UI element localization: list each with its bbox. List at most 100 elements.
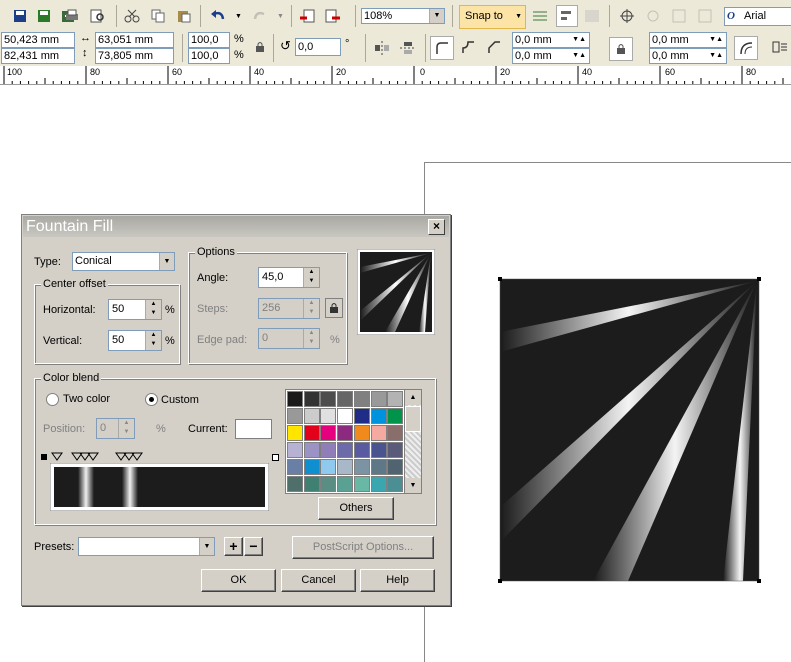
font-combo[interactable]: O Arial	[724, 7, 791, 26]
presets-select[interactable]: ▼	[78, 537, 215, 556]
horizontal-spinner[interactable]: 50 ▲ ▼	[108, 299, 162, 320]
spin-down-icon[interactable]: ▼	[146, 309, 161, 318]
height-field[interactable]: 73,805 mm	[95, 48, 174, 64]
corner-radius-3-field[interactable]: 0,0 mm ▼▲	[649, 32, 727, 48]
selection-handle[interactable]	[757, 579, 761, 583]
palette-swatch[interactable]	[353, 476, 370, 492]
palette-swatch[interactable]	[337, 459, 354, 475]
palette-swatch[interactable]	[387, 476, 404, 492]
steps-lock-icon[interactable]	[325, 298, 343, 318]
palette-swatch[interactable]	[303, 391, 320, 407]
corner-radius-1-field[interactable]: 0,0 mm ▼▲	[512, 32, 590, 48]
palette-swatch[interactable]	[287, 442, 303, 458]
dialog-title-bar[interactable]: Fountain Fill ×	[23, 216, 449, 237]
palette-swatch[interactable]	[337, 425, 354, 441]
palette-swatch[interactable]	[287, 425, 303, 441]
palette-swatch[interactable]	[387, 408, 404, 424]
zoom-combo[interactable]: 108% ▼	[361, 8, 445, 24]
palette-swatch[interactable]	[370, 391, 387, 407]
rotation-field[interactable]: 0,0	[295, 38, 341, 56]
end-color-marker[interactable]	[272, 454, 279, 461]
selection-handle[interactable]	[498, 277, 502, 281]
palette-swatch[interactable]	[303, 442, 320, 458]
save-icon[interactable]	[10, 6, 30, 26]
type-select[interactable]: Conical ▼	[72, 252, 175, 271]
angle-spinner[interactable]: 45,0 ▲ ▼	[258, 267, 320, 288]
current-color-swatch[interactable]	[235, 419, 272, 439]
spin-up-icon[interactable]: ▲	[304, 268, 319, 277]
x-position-field[interactable]: 50,423 mm	[1, 32, 75, 48]
add-preset-icon[interactable]: +	[224, 537, 243, 556]
palette-swatch[interactable]	[387, 459, 404, 475]
corner-radius-2-field[interactable]: 0,0 mm ▼▲	[512, 48, 590, 64]
palette-scrollbar[interactable]: ▲ ▼	[404, 389, 422, 494]
others-button[interactable]: Others	[318, 497, 394, 520]
palette-swatch[interactable]	[353, 391, 370, 407]
copy-icon[interactable]	[148, 6, 168, 26]
undo-icon[interactable]	[208, 6, 228, 26]
round-corner-icon[interactable]	[430, 36, 454, 60]
spin-up-icon[interactable]: ▲	[146, 300, 161, 309]
palette-swatch[interactable]	[387, 391, 404, 407]
palette-swatch[interactable]	[287, 459, 303, 475]
remove-preset-icon[interactable]: −	[244, 537, 263, 556]
close-icon[interactable]: ×	[428, 219, 445, 235]
palette-swatch[interactable]	[387, 425, 404, 441]
palette-swatch[interactable]	[303, 408, 320, 424]
conical-fill-rectangle[interactable]	[498, 277, 761, 583]
palette-swatch[interactable]	[287, 408, 303, 424]
palette-swatch[interactable]	[303, 425, 320, 441]
palette-swatch[interactable]	[320, 408, 337, 424]
undo-dropdown-icon[interactable]: ▼	[235, 13, 242, 20]
import-icon[interactable]	[297, 6, 317, 26]
custom-radio[interactable]	[145, 393, 158, 406]
palette-swatch[interactable]	[337, 408, 354, 424]
palette-swatch[interactable]	[337, 391, 354, 407]
color-blend-preview[interactable]	[50, 463, 269, 511]
palette-swatch[interactable]	[353, 459, 370, 475]
y-position-field[interactable]: 82,431 mm	[1, 48, 75, 64]
scallop-corner-icon[interactable]	[458, 37, 478, 57]
palette-swatch[interactable]	[320, 476, 337, 492]
selection-handle[interactable]	[498, 579, 502, 583]
chamfer-corner-icon[interactable]	[484, 37, 504, 57]
start-color-marker[interactable]	[41, 454, 47, 460]
mirror-h-icon[interactable]	[372, 38, 392, 58]
chevron-down-icon[interactable]: ▼	[429, 9, 444, 23]
palette-swatch[interactable]	[370, 442, 387, 458]
palette-swatch[interactable]	[320, 425, 337, 441]
paste-icon[interactable]	[174, 6, 194, 26]
palette-swatch[interactable]	[353, 408, 370, 424]
two-color-radio[interactable]	[46, 393, 59, 406]
chevron-down-icon[interactable]: ▼	[199, 538, 214, 555]
print-preview-icon[interactable]	[88, 6, 108, 26]
palette-swatch[interactable]	[303, 459, 320, 475]
selection-handle[interactable]	[757, 277, 761, 281]
snap-to-button[interactable]: Snap to ▼	[459, 5, 526, 29]
wrap-text-icon[interactable]	[770, 37, 790, 57]
relative-scaling-icon[interactable]	[734, 36, 758, 60]
cancel-button[interactable]: Cancel	[281, 569, 356, 592]
spin-down-icon[interactable]: ▼	[304, 277, 319, 286]
color-stop-markers[interactable]	[51, 452, 151, 462]
scroll-up-icon[interactable]: ▲	[405, 390, 421, 405]
vertical-spinner[interactable]: 50 ▲ ▼	[108, 330, 162, 351]
spin-up-icon[interactable]: ▲	[146, 331, 161, 340]
cut-icon[interactable]	[122, 6, 142, 26]
scale-y-field[interactable]: 100,0	[188, 48, 230, 64]
palette-swatch[interactable]	[387, 442, 404, 458]
spin-down-icon[interactable]: ▼	[146, 340, 161, 349]
scroll-down-icon[interactable]: ▼	[405, 478, 421, 493]
color-palette[interactable]	[285, 389, 405, 494]
palette-swatch[interactable]	[320, 391, 337, 407]
palette-swatch[interactable]	[287, 476, 303, 492]
corner-radius-4-field[interactable]: 0,0 mm ▼▲	[649, 48, 727, 64]
mirror-v-icon[interactable]	[398, 38, 418, 58]
help-button[interactable]: Help	[360, 569, 435, 592]
palette-swatch[interactable]	[303, 476, 320, 492]
palette-swatch[interactable]	[353, 425, 370, 441]
width-field[interactable]: 63,051 mm	[95, 32, 174, 48]
options-list-icon[interactable]	[530, 6, 550, 26]
scroll-thumb[interactable]	[405, 406, 421, 432]
lock-corners-icon[interactable]	[609, 37, 633, 61]
